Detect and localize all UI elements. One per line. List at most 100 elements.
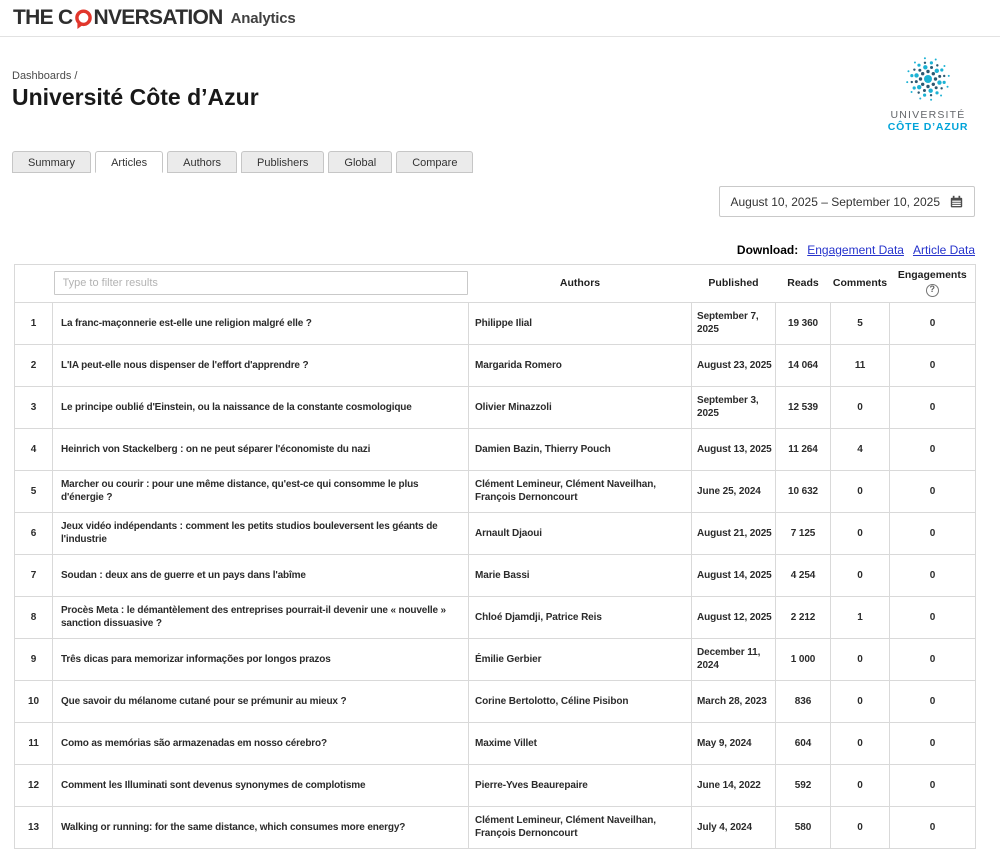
tab-compare[interactable]: Compare [396, 151, 474, 173]
article-title-link[interactable]: Heinrich von Stackelberg : on ne peut sé… [52, 427, 469, 471]
tab-articles[interactable]: Articles [95, 151, 164, 173]
brand-text-left: THE C [13, 6, 73, 29]
article-reads: 604 [775, 721, 831, 765]
article-rank: 8 [14, 595, 53, 639]
article-rank: 10 [14, 679, 53, 723]
articles-table: Authors Published Reads Comments Engagem… [14, 264, 976, 849]
article-authors: Corine Bertolotto, Céline Pisibon [468, 679, 692, 723]
article-title-link[interactable]: Walking or running: for the same distanc… [52, 805, 469, 849]
article-rank: 5 [14, 469, 53, 513]
article-comments: 0 [830, 679, 890, 723]
article-comments: 4 [830, 427, 890, 471]
table-row: 8 Procès Meta : le démantèlement des entr… [14, 595, 976, 639]
table-row: 4 Heinrich von Stackelberg : on ne peut s… [14, 427, 976, 471]
article-published: August 21, 2025 [691, 511, 776, 555]
article-comments: 0 [830, 385, 890, 429]
table-row: 5 Marcher ou courir : pour une même dista… [14, 469, 976, 513]
table-row: 13 Walking or running: for the same dista… [14, 805, 976, 849]
filter-cell [52, 264, 469, 303]
column-header-reads[interactable]: Reads [775, 264, 831, 303]
article-engagements: 0 [889, 679, 976, 723]
article-reads: 592 [775, 763, 831, 807]
uca-dots-icon [906, 57, 950, 101]
article-engagements: 0 [889, 553, 976, 597]
top-bar: THE C NVERSATION Analytics [0, 0, 1000, 37]
article-title-link[interactable]: Marcher ou courir : pour une même distan… [52, 469, 469, 513]
article-title-link[interactable]: Como as memórias são armazenadas em noss… [52, 721, 469, 765]
breadcrumb[interactable]: Dashboards / [12, 70, 77, 82]
article-engagements: 0 [889, 721, 976, 765]
article-title-link[interactable]: Comment les Illuminati sont devenus syno… [52, 763, 469, 807]
article-comments: 0 [830, 721, 890, 765]
article-reads: 14 064 [775, 343, 831, 387]
column-header-published[interactable]: Published [691, 264, 776, 303]
article-engagements: 0 [889, 805, 976, 849]
article-reads: 836 [775, 679, 831, 723]
conversation-logo[interactable]: THE C NVERSATION Analytics [13, 6, 296, 31]
table-header-row: Authors Published Reads Comments Engagem… [14, 264, 976, 303]
column-header-authors[interactable]: Authors [468, 264, 692, 303]
article-comments: 0 [830, 511, 890, 555]
filter-input[interactable] [53, 271, 468, 296]
article-title-link[interactable]: Soudan : deux ans de guerre et un pays d… [52, 553, 469, 597]
article-rank: 3 [14, 385, 53, 429]
page-title: Université Côte d’Azur [12, 84, 259, 110]
table-row: 2 L'IA peut-elle nous dispenser de l'effo… [14, 343, 976, 387]
article-reads: 12 539 [775, 385, 831, 429]
article-authors: Clément Lemineur, Clément Naveilhan, Fra… [468, 805, 692, 849]
article-title-link[interactable]: Le principe oublié d'Einstein, ou la nai… [52, 385, 469, 429]
article-title-link[interactable]: Jeux vidéo indépendants : comment les pe… [52, 511, 469, 555]
article-rank: 9 [14, 637, 53, 681]
article-title-link[interactable]: L'IA peut-elle nous dispenser de l'effor… [52, 343, 469, 387]
table-row: 10 Que savoir du mélanome cutané pour se … [14, 679, 976, 723]
article-published: July 4, 2024 [691, 805, 776, 849]
article-authors: Clément Lemineur, Clément Naveilhan, Fra… [468, 469, 692, 513]
calendar-icon [950, 195, 963, 208]
download-link-article-data[interactable]: Article Data [913, 243, 975, 257]
article-comments: 0 [830, 469, 890, 513]
article-engagements: 0 [889, 343, 976, 387]
engagements-label: Engagements [897, 269, 967, 281]
table-row: 9 Três dicas para memorizar informações p… [14, 637, 976, 681]
uca-logo-line1: UNIVERSITÉ [890, 109, 966, 121]
article-title-link[interactable]: Três dicas para memorizar informações po… [52, 637, 469, 681]
download-label: Download: [736, 243, 799, 257]
tab-global[interactable]: Global [328, 151, 393, 173]
tab-publishers[interactable]: Publishers [241, 151, 325, 173]
article-authors: Damien Bazin, Thierry Pouch [468, 427, 692, 471]
article-title-link[interactable]: La franc-maçonnerie est-elle une religio… [52, 301, 469, 345]
tab-authors[interactable]: Authors [167, 151, 238, 173]
article-reads: 580 [775, 805, 831, 849]
article-rank: 4 [14, 427, 53, 471]
article-rank: 6 [14, 511, 53, 555]
dashboard-tabs: Summary Articles Authors Publishers Global Co… [12, 151, 474, 173]
tab-summary[interactable]: Summary [12, 151, 92, 173]
article-reads: 11 264 [775, 427, 831, 471]
article-reads: 1 000 [775, 637, 831, 681]
column-header-comments[interactable]: Comments [830, 264, 890, 303]
article-engagements: 0 [889, 637, 976, 681]
help-icon[interactable]: ? [925, 283, 939, 297]
article-published: August 14, 2025 [691, 553, 776, 597]
article-title-link[interactable]: Procès Meta : le démantèlement des entre… [52, 595, 469, 639]
brand-text-right: NVERSATION [93, 6, 224, 29]
article-authors: Philippe Ilial [468, 301, 692, 345]
article-rank: 11 [14, 721, 53, 765]
download-link-engagement-data[interactable]: Engagement Data [807, 243, 904, 257]
article-published: March 28, 2023 [691, 679, 776, 723]
article-title-link[interactable]: Que savoir du mélanome cutané pour se pr… [52, 679, 469, 723]
article-rank: 1 [14, 301, 53, 345]
brand-analytics-label: Analytics [230, 9, 296, 27]
article-reads: 7 125 [775, 511, 831, 555]
table-row: 6 Jeux vidéo indépendants : comment les p… [14, 511, 976, 555]
article-engagements: 0 [889, 511, 976, 555]
article-rank: 7 [14, 553, 53, 597]
article-engagements: 0 [889, 763, 976, 807]
article-reads: 19 360 [775, 301, 831, 345]
article-reads: 4 254 [775, 553, 831, 597]
article-published: September 7, 2025 [691, 301, 776, 345]
date-range-picker[interactable]: August 10, 2025 – September 10, 2025 [718, 186, 975, 217]
column-header-engagements[interactable]: Engagements ? [889, 264, 976, 303]
article-comments: 0 [830, 805, 890, 849]
article-authors: Maxime Villet [468, 721, 692, 765]
